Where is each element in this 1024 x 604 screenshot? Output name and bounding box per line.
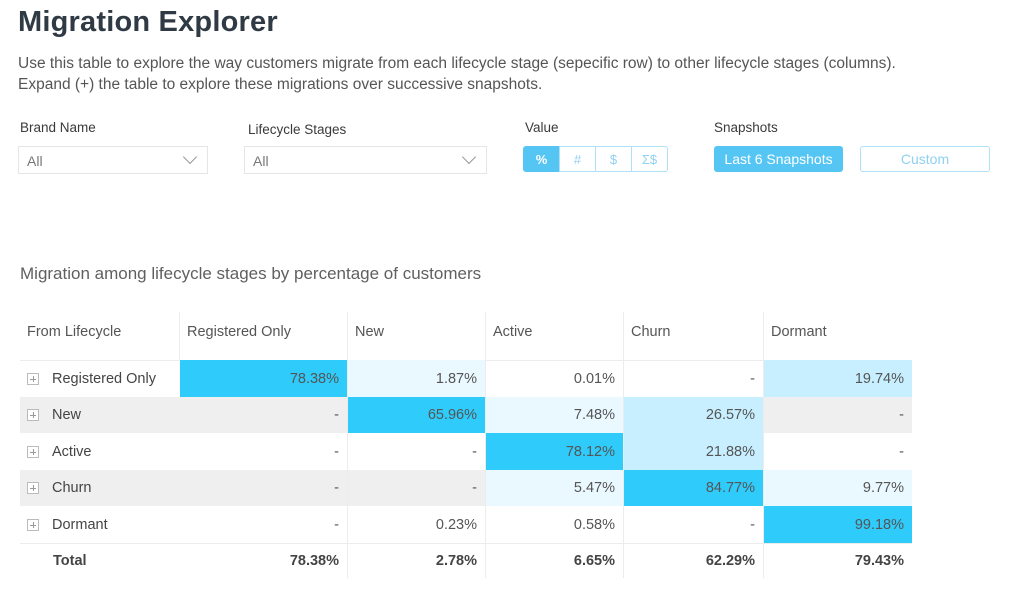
table-cell-new-to-new: 65.96% (348, 397, 486, 433)
value-count-button[interactable]: # (559, 146, 596, 172)
total-cell-active: 6.65% (486, 543, 624, 578)
row-label: Churn (20, 470, 180, 506)
total-cell-dormant: 79.43% (854, 552, 904, 569)
page-description: Use this table to explore the way custom… (18, 53, 1024, 95)
custom-snapshots-button[interactable]: Custom (860, 146, 990, 172)
description-line-2: Expand (+) the table to explore these mi… (18, 76, 543, 93)
expand-plus-icon[interactable] (27, 409, 39, 421)
table-cell-dormant-to-dormant: 99.18% (764, 506, 912, 543)
table-title: Migration among lifecycle stages by perc… (20, 264, 482, 283)
table-cell-churn-to-new: - (348, 470, 486, 506)
value-dollar-button[interactable]: $ (595, 146, 632, 172)
value-sum-dollar-button[interactable]: Σ$ (631, 146, 668, 172)
table-cell-active-to-dormant: - (899, 443, 904, 460)
table-cell-active-to-churn: 21.88% (624, 433, 764, 470)
table-cell-churn-to-active: 5.47% (486, 470, 624, 506)
column-header-from-lifecycle[interactable]: From Lifecycle (20, 312, 180, 360)
table-cell-registered-only-to-dormant: 19.74% (764, 360, 912, 397)
table-cell-churn-to-dormant: 9.77% (764, 470, 912, 506)
column-header-registered-only[interactable]: Registered Only (180, 312, 348, 360)
lifecycle-stages-select[interactable]: All (244, 146, 487, 174)
row-label: Active (20, 433, 180, 470)
table-cell-dormant-to-churn: - (624, 506, 764, 543)
lifecycle-stages-label: Lifecycle Stages (248, 122, 347, 137)
description-line-1: Use this table to explore the way custom… (18, 55, 896, 72)
snapshots-label: Snapshots (714, 120, 778, 135)
expand-plus-icon[interactable] (27, 482, 39, 494)
table-cell-churn-to-registered-only: - (180, 470, 348, 506)
total-cell-churn: 62.29% (624, 543, 764, 578)
column-header-churn[interactable]: Churn (624, 312, 764, 360)
table-cell-dormant-to-active: 0.58% (486, 506, 624, 543)
last-6-snapshots-button[interactable]: Last 6 Snapshots (714, 146, 843, 172)
table-cell-registered-only-to-active: 0.01% (486, 360, 624, 397)
value-toggle-group: % # $ Σ$ (523, 146, 668, 172)
row-label-text: Registered Only (52, 370, 156, 387)
table-cell-dormant-to-new: 0.23% (348, 506, 486, 543)
value-label: Value (525, 120, 559, 135)
table-header-row: From Lifecycle Registered Only New Active Ch… (20, 312, 912, 360)
expand-plus-icon[interactable] (27, 372, 39, 385)
chevron-down-icon (182, 149, 198, 165)
table-cell-churn-to-churn: 84.77% (624, 470, 764, 506)
brand-name-label: Brand Name (20, 120, 96, 135)
row-label: Dormant (20, 506, 180, 543)
value-percent-button[interactable]: % (523, 146, 560, 172)
expand-plus-icon[interactable] (27, 518, 39, 531)
table-cell-registered-only-to-new: 1.87% (348, 360, 486, 397)
brand-name-select[interactable]: All (18, 146, 208, 174)
column-header-dormant[interactable]: Dormant (764, 312, 912, 360)
table-row-dormant: Dormant -0.23% 0.58% -99.18% (20, 506, 912, 543)
column-header-active[interactable]: Active (486, 312, 624, 360)
table-cell-new-to-active: 7.48% (486, 397, 624, 433)
table-row-registered-only: Registered Only 78.38% 1.87% 0.01% -19.74% (20, 360, 912, 397)
total-cell-registered-only: 78.38% (180, 543, 348, 578)
row-label-text: Churn (52, 480, 92, 496)
row-label: New (20, 397, 180, 433)
table-cell-new-to-churn: 26.57% (624, 397, 764, 433)
table-cell-dormant-to-registered-only: - (180, 506, 348, 543)
table-cell-active-to-new: - (348, 433, 486, 470)
expand-plus-icon[interactable] (27, 445, 39, 458)
column-header-new[interactable]: New (348, 312, 486, 360)
table-row-new: New -65.96% 7.48% 26.57% - (20, 397, 912, 433)
chevron-down-icon (461, 149, 477, 165)
table-cell-new-to-registered-only: - (180, 397, 348, 433)
total-cell-new: 2.78% (348, 543, 486, 578)
row-label: Registered Only (20, 360, 180, 397)
table-cell-active-to-active: 78.12% (486, 433, 624, 470)
table-cell-new-to-dormant: - (764, 397, 912, 433)
lifecycle-stages-value: All (253, 153, 269, 169)
row-label-text: New (52, 407, 82, 423)
total-label: Total (53, 552, 87, 569)
table-row-churn: Churn - -5.47% 84.77% 9.77% (20, 470, 912, 506)
table-row-total: Total 78.38% 2.78% 6.65% 62.29% 79.43% (20, 543, 912, 578)
row-label-text: Active (52, 443, 92, 460)
table-cell-registered-only-to-churn: - (624, 360, 764, 397)
table-row-active: Active - -78.12% 21.88% - (20, 433, 912, 470)
table-cell-active-to-registered-only: - (180, 433, 348, 470)
brand-name-value: All (27, 153, 43, 169)
row-label-text: Dormant (52, 516, 108, 533)
table-cell-registered-only-to-registered-only: 78.38% (180, 360, 348, 397)
page-title: Migration Explorer (18, 6, 278, 38)
